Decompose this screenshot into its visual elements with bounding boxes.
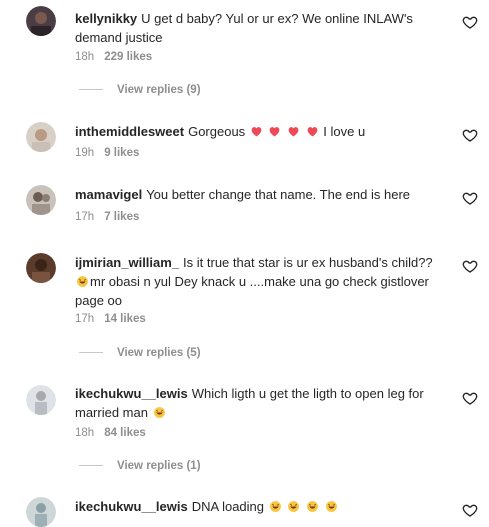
like-heart-icon[interactable] <box>462 502 478 518</box>
avatar[interactable] <box>26 253 56 283</box>
comment-body: DNA loading <box>191 499 265 514</box>
comment-time[interactable]: 17h <box>75 211 94 223</box>
comment-text: ikechukwu__lewis DNA loading <box>75 497 447 516</box>
comment-likes[interactable]: 229 likes <box>104 51 152 63</box>
comment-time[interactable]: 17h <box>75 313 94 325</box>
like-heart-icon[interactable] <box>462 390 478 406</box>
comment-username[interactable]: kellynikky <box>75 11 137 26</box>
comment-text: mamavigel You better change that name. Th… <box>75 185 447 204</box>
comment-body: Is it true that star is ur ex husband's … <box>183 255 433 270</box>
comment-username[interactable]: ijmirian_william_ <box>75 255 179 270</box>
replies-divider <box>79 465 103 467</box>
view-replies-label[interactable]: View replies (5) <box>117 347 201 359</box>
comment-body: You better change that name. The end is … <box>146 187 411 202</box>
view-replies-label[interactable]: View replies (1) <box>117 460 201 472</box>
comment-likes[interactable]: 14 likes <box>104 313 146 325</box>
comment-username[interactable]: mamavigel <box>75 187 142 202</box>
comment-body-tail: I love u <box>323 124 366 139</box>
avatar[interactable] <box>26 122 56 152</box>
comment-likes[interactable]: 9 likes <box>104 147 139 159</box>
comment-username[interactable]: ikechukwu__lewis <box>75 386 188 401</box>
comment-text: inthemiddlesweet Gorgeous I love u <box>75 122 447 141</box>
comment-meta: 18h 84 likes <box>75 427 146 439</box>
comment-time[interactable]: 19h <box>75 147 94 159</box>
comment-likes[interactable]: 7 likes <box>104 211 139 223</box>
red-heart-emoji-icon <box>249 124 324 139</box>
avatar[interactable] <box>26 185 56 215</box>
like-heart-icon[interactable] <box>462 258 478 274</box>
replies-divider <box>79 89 103 91</box>
comment-meta: 17h 14 likes <box>75 313 146 325</box>
view-replies-label[interactable]: View replies (9) <box>117 84 201 96</box>
view-replies-button[interactable]: View replies (9) <box>79 84 201 96</box>
laughing-emoji-icon <box>268 499 339 514</box>
comment-text: ikechukwu__lewis Which ligth u get the li… <box>75 384 447 422</box>
comment-time[interactable]: 18h <box>75 51 94 63</box>
replies-divider <box>79 352 103 354</box>
comment-body-line2: mr obasi n yul Dey knack u ....make una … <box>75 274 429 308</box>
comment-meta: 17h 7 likes <box>75 211 139 223</box>
comment-body: Gorgeous <box>188 124 246 139</box>
avatar[interactable] <box>26 385 56 415</box>
laughing-emoji-icon <box>152 405 167 420</box>
comment-text: kellynikky U get d baby? Yul or ur ex? We… <box>75 9 447 47</box>
view-replies-button[interactable]: View replies (5) <box>79 347 201 359</box>
avatar[interactable] <box>26 6 56 36</box>
comment-text: ijmirian_william_ Is it true that star is… <box>75 253 447 310</box>
comment-username[interactable]: inthemiddlesweet <box>75 124 184 139</box>
comment-likes[interactable]: 84 likes <box>104 427 146 439</box>
like-heart-icon[interactable] <box>462 14 478 30</box>
comment-meta: 18h 229 likes <box>75 51 152 63</box>
comment-username[interactable]: ikechukwu__lewis <box>75 499 188 514</box>
like-heart-icon[interactable] <box>462 127 478 143</box>
comment-time[interactable]: 18h <box>75 427 94 439</box>
like-heart-icon[interactable] <box>462 190 478 206</box>
laughing-emoji-icon <box>75 274 90 289</box>
comment-meta: 19h 9 likes <box>75 147 139 159</box>
view-replies-button[interactable]: View replies (1) <box>79 460 201 472</box>
